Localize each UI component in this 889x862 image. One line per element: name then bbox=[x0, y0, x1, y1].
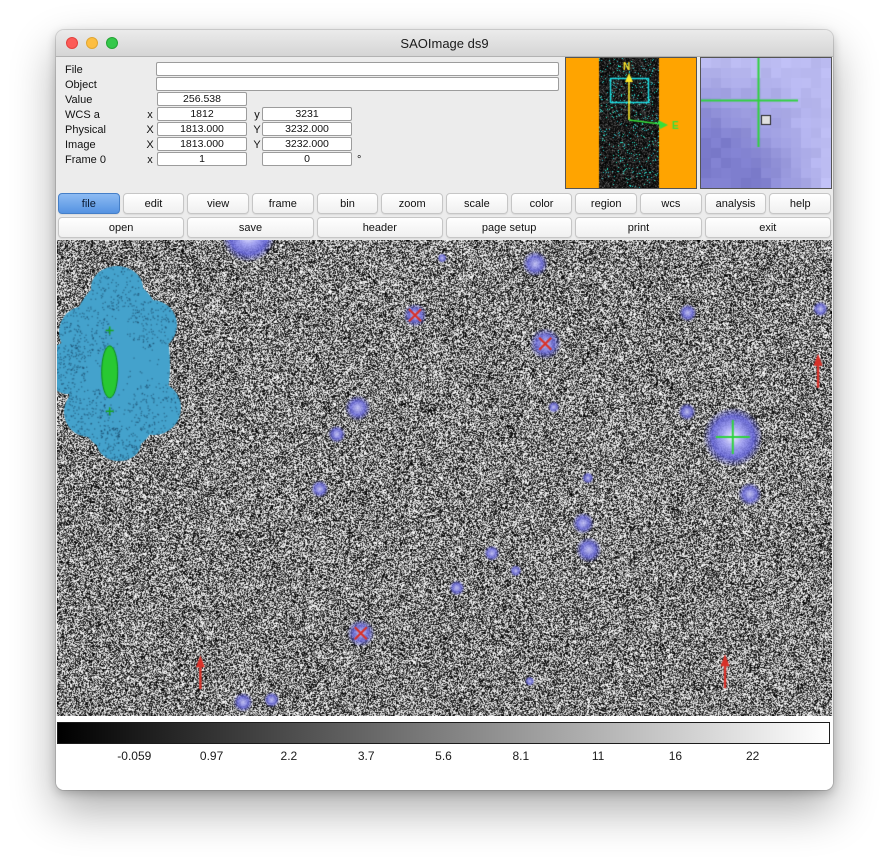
menu-button-help[interactable]: help bbox=[769, 193, 831, 214]
physical-y-field[interactable] bbox=[262, 122, 352, 136]
menu-button-file[interactable]: file bbox=[58, 193, 120, 214]
frame-number-field[interactable] bbox=[157, 152, 247, 166]
wcs-x-field[interactable] bbox=[157, 107, 247, 121]
object-field[interactable] bbox=[156, 77, 559, 91]
degree-symbol: ° bbox=[357, 153, 361, 167]
wcs-label: WCS a bbox=[65, 108, 100, 122]
menu-button-edit[interactable]: edit bbox=[123, 193, 185, 214]
file-field[interactable] bbox=[156, 62, 559, 76]
physical-label: Physical bbox=[65, 123, 106, 137]
frame-label: Frame 0 bbox=[65, 153, 106, 167]
frame-rotation-field[interactable] bbox=[262, 152, 352, 166]
file-menu-button-header[interactable]: header bbox=[317, 217, 443, 238]
menu-button-view[interactable]: view bbox=[187, 193, 249, 214]
menu-button-analysis[interactable]: analysis bbox=[705, 193, 767, 214]
physical-x-field[interactable] bbox=[157, 122, 247, 136]
colorbar-tick-label: 22 bbox=[746, 749, 759, 763]
colorbar[interactable] bbox=[57, 722, 830, 744]
frame-x-label: x bbox=[145, 153, 155, 167]
file-menu-button-exit[interactable]: exit bbox=[705, 217, 831, 238]
colorbar-tick-label: -0.059 bbox=[117, 749, 151, 763]
image-y-field[interactable] bbox=[262, 137, 352, 151]
colorbar-tick-label: 8.1 bbox=[512, 749, 529, 763]
minimize-button[interactable] bbox=[86, 37, 98, 49]
colorbar-tick-label: 5.6 bbox=[435, 749, 452, 763]
menu-button-color[interactable]: color bbox=[511, 193, 573, 214]
menu-button-zoom[interactable]: zoom bbox=[381, 193, 443, 214]
close-button[interactable] bbox=[66, 37, 78, 49]
value-field[interactable] bbox=[157, 92, 247, 106]
physical-x-label: X bbox=[145, 123, 155, 137]
physical-y-label: Y bbox=[252, 123, 262, 137]
image-x-field[interactable] bbox=[157, 137, 247, 151]
image-y-label: Y bbox=[252, 138, 262, 152]
value-label: Value bbox=[65, 93, 92, 107]
wcs-x-label: x bbox=[145, 108, 155, 122]
menu-bar: fileeditviewframebinzoomscalecolorregion… bbox=[58, 193, 831, 214]
file-menu-button-open[interactable]: open bbox=[58, 217, 184, 238]
image-label: Image bbox=[65, 138, 96, 152]
ds9-window: SAOImage ds9 File Object Value WCS a x y… bbox=[56, 30, 833, 790]
object-label: Object bbox=[65, 78, 97, 92]
menu-button-bin[interactable]: bin bbox=[317, 193, 379, 214]
menu-button-wcs[interactable]: wcs bbox=[640, 193, 702, 214]
traffic-lights bbox=[66, 37, 118, 49]
image-view[interactable] bbox=[57, 240, 832, 716]
file-submenu-bar: opensaveheaderpage setupprintexit bbox=[58, 217, 831, 238]
file-menu-button-page-setup[interactable]: page setup bbox=[446, 217, 572, 238]
image-x-label: X bbox=[145, 138, 155, 152]
colorbar-tick-labels: -0.059 0.97 2.2 3.7 5.6 8.1 11 16 22 bbox=[57, 749, 830, 765]
window-title: SAOImage ds9 bbox=[400, 36, 488, 51]
colorbar-tick-label: 11 bbox=[592, 749, 604, 763]
file-label: File bbox=[65, 63, 83, 77]
panner[interactable] bbox=[565, 57, 697, 189]
colorbar-tick-label: 3.7 bbox=[358, 749, 375, 763]
colorbar-tick-label: 0.97 bbox=[200, 749, 223, 763]
colorbar-panel: -0.059 0.97 2.2 3.7 5.6 8.1 11 16 22 bbox=[56, 716, 833, 790]
titlebar[interactable]: SAOImage ds9 bbox=[56, 30, 833, 57]
colorbar-tick-label: 2.2 bbox=[281, 749, 298, 763]
wcs-y-field[interactable] bbox=[262, 107, 352, 121]
menu-button-scale[interactable]: scale bbox=[446, 193, 508, 214]
maximize-button[interactable] bbox=[106, 37, 118, 49]
wcs-y-label: y bbox=[252, 108, 262, 122]
menu-button-frame[interactable]: frame bbox=[252, 193, 314, 214]
file-menu-button-save[interactable]: save bbox=[187, 217, 313, 238]
magnifier[interactable] bbox=[700, 57, 832, 189]
menu-button-region[interactable]: region bbox=[575, 193, 637, 214]
file-menu-button-print[interactable]: print bbox=[575, 217, 701, 238]
colorbar-tick-label: 16 bbox=[669, 749, 682, 763]
